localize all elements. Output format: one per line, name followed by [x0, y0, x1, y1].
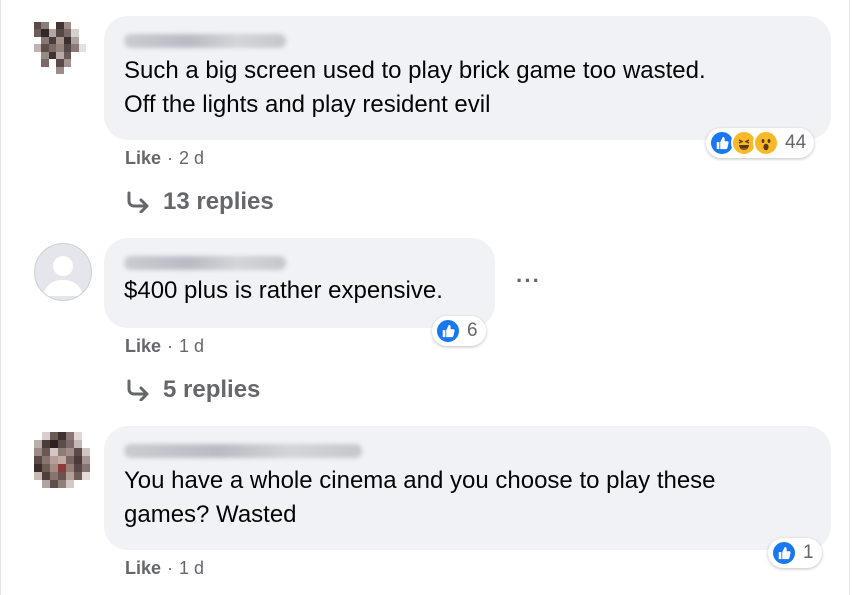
reactions-summary[interactable]: 1 — [768, 538, 822, 568]
comment-text: You have a whole cinema and you choose t… — [124, 467, 716, 528]
more-options-button[interactable]: ··· — [516, 268, 541, 294]
comment-bubble: You have a whole cinema and you choose t… — [104, 426, 831, 550]
replies-label: 13 replies — [163, 188, 274, 215]
view-replies-button[interactable]: 5 replies — [125, 376, 260, 404]
separator-dot: · — [167, 148, 174, 168]
like-button[interactable]: Like — [125, 558, 161, 579]
reaction-count: 1 — [803, 542, 814, 563]
right-border — [849, 0, 850, 595]
comment-text: $400 plus is rather expensive. — [124, 277, 443, 304]
comment-actions: Like · 1 d — [125, 558, 204, 579]
reaction-count: 44 — [785, 132, 807, 153]
timestamp[interactable]: 1 d — [179, 336, 204, 357]
timestamp[interactable]: 1 d — [179, 558, 204, 579]
like-button[interactable]: Like — [125, 336, 161, 357]
author-name-blurred[interactable] — [124, 256, 286, 270]
reaction-count: 6 — [467, 320, 478, 341]
avatar[interactable] — [34, 243, 92, 301]
separator-dot: · — [167, 558, 174, 578]
like-icon — [771, 540, 797, 566]
reply-arrow-icon — [127, 379, 149, 401]
comment-bubble: Such a big screen used to play brick gam… — [104, 16, 831, 140]
wow-icon — [753, 130, 779, 156]
author-name-blurred[interactable] — [124, 444, 362, 458]
comment-actions: Like · 1 d — [125, 336, 204, 357]
comment-bubble: $400 plus is rather expensive. — [104, 238, 495, 328]
like-icon — [435, 318, 461, 344]
left-border — [0, 0, 1, 595]
comment-text: Such a big screen used to play brick gam… — [124, 57, 706, 118]
like-button[interactable]: Like — [125, 148, 161, 169]
separator-dot: · — [167, 336, 174, 356]
replies-label: 5 replies — [163, 376, 261, 403]
view-replies-button[interactable]: 13 replies — [125, 188, 274, 216]
author-name-blurred[interactable] — [124, 34, 286, 48]
avatar[interactable] — [34, 22, 86, 74]
comment-actions: Like · 2 d — [125, 148, 204, 169]
reactions-summary[interactable]: 6 — [432, 316, 486, 346]
reactions-summary[interactable]: 44 — [706, 128, 815, 158]
avatar[interactable] — [34, 432, 90, 488]
timestamp[interactable]: 2 d — [179, 148, 204, 169]
default-avatar-icon — [43, 256, 83, 296]
reply-arrow-icon — [127, 191, 149, 213]
